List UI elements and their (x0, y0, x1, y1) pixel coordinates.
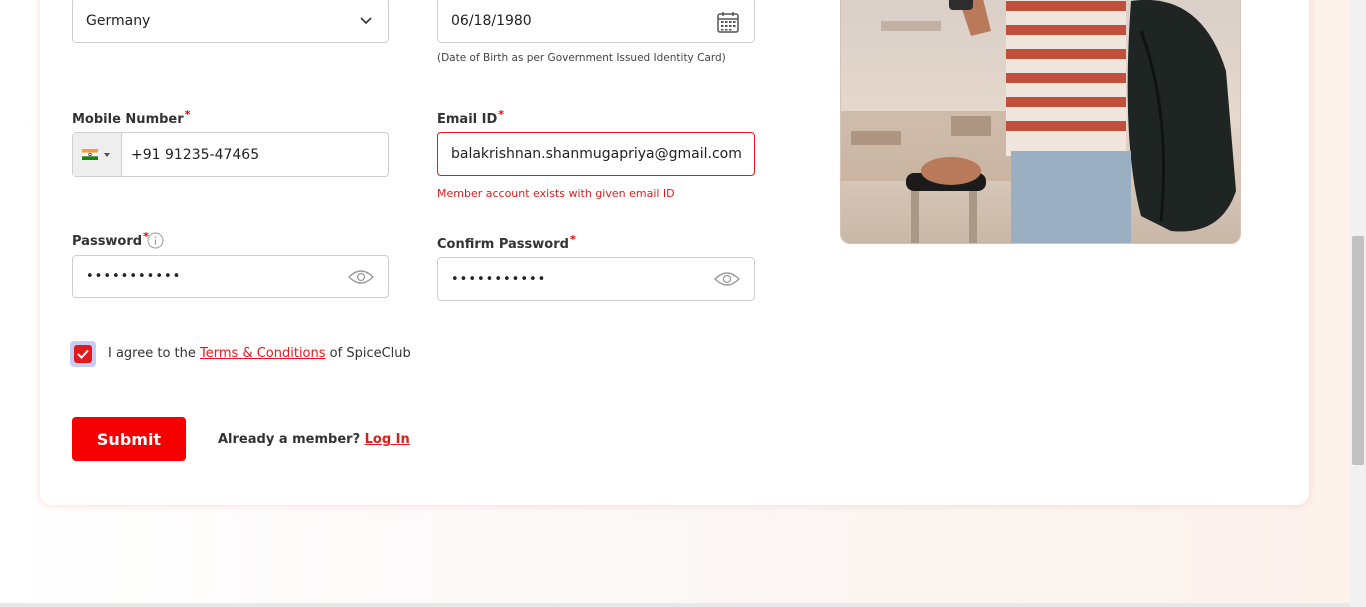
login-link[interactable]: Log In (365, 432, 410, 447)
email-input[interactable]: balakrishnan.shanmugapriya@gmail.com (437, 132, 755, 176)
eye-icon[interactable] (348, 269, 374, 285)
mobile-value: +91 91235-47465 (131, 146, 260, 163)
terms-checkbox-checked (74, 345, 92, 363)
calendar-icon[interactable] (716, 10, 740, 34)
terms-checkbox[interactable] (70, 341, 96, 367)
already-member-text: Already a member? Log In (218, 432, 410, 447)
eye-icon[interactable] (714, 271, 740, 287)
confirm-password-input[interactable]: ••••••••••• (437, 257, 755, 301)
checkmark-icon (77, 349, 89, 359)
confirm-password-value: ••••••••••• (451, 271, 547, 287)
password-input[interactable]: ••••••••••• (72, 255, 389, 298)
terms-text: I agree to the Terms & Conditions of Spi… (108, 346, 411, 361)
traveler-illustration (841, 0, 1240, 243)
country-select[interactable]: Germany (72, 0, 389, 43)
email-value: balakrishnan.shanmugapriya@gmail.com (451, 146, 742, 162)
confirm-password-label: Confirm Password* (437, 233, 576, 252)
password-value: ••••••••••• (86, 269, 182, 284)
mobile-label: Mobile Number* (72, 108, 191, 127)
email-label: Email ID* (437, 108, 505, 127)
dob-input[interactable]: 06/18/1980 (437, 0, 755, 43)
country-code-selector[interactable] (73, 133, 122, 176)
scrollbar-thumb[interactable] (1352, 236, 1364, 465)
country-value: Germany (86, 12, 151, 29)
chevron-down-icon (360, 17, 372, 25)
terms-link[interactable]: Terms & Conditions (200, 346, 326, 361)
email-error: Member account exists with given email I… (437, 187, 675, 200)
caret-down-icon (104, 152, 110, 157)
info-icon[interactable] (147, 232, 164, 249)
hero-photo (840, 0, 1241, 244)
dob-value: 06/18/1980 (451, 12, 532, 29)
vertical-scrollbar[interactable] (1350, 0, 1366, 607)
india-flag-icon (82, 149, 98, 160)
dob-helper-text: (Date of Birth as per Government Issued … (437, 52, 726, 64)
submit-button[interactable]: Submit (72, 417, 186, 461)
password-label: Password* (72, 230, 149, 249)
mobile-input[interactable]: +91 91235-47465 (72, 132, 389, 177)
page-divider (0, 603, 1350, 607)
